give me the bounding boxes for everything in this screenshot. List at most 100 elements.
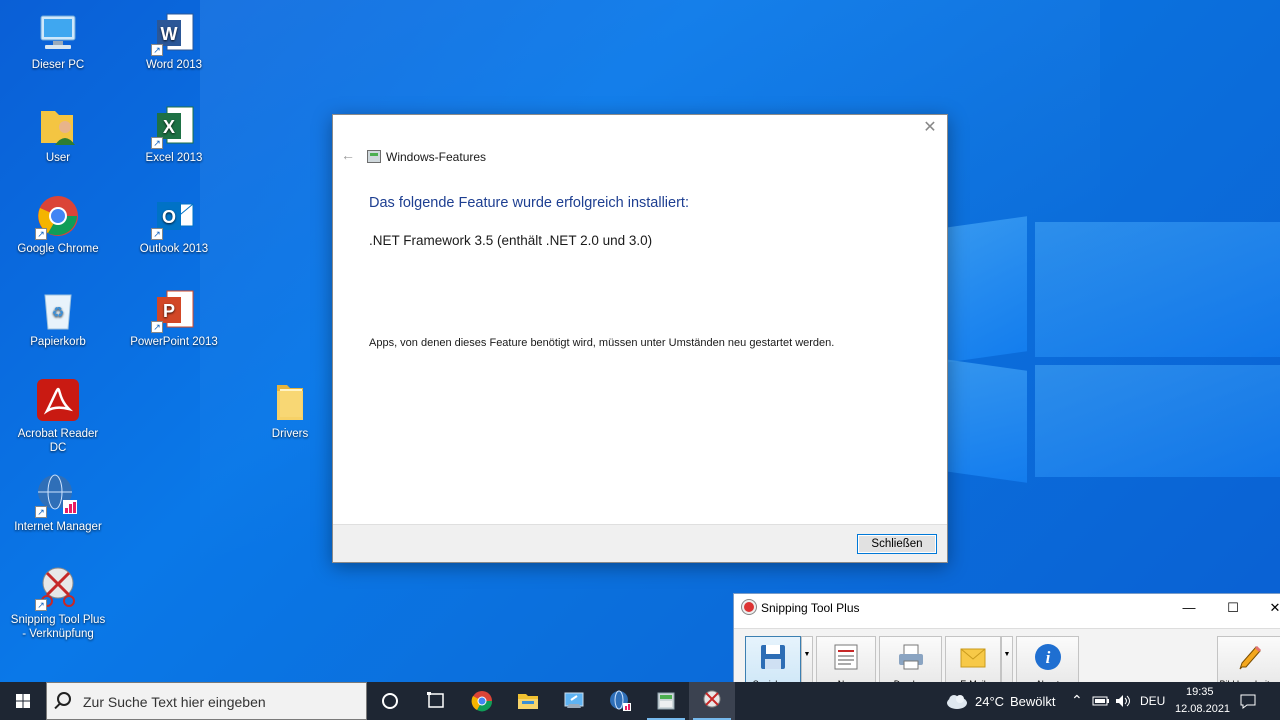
taskbar-internet-manager[interactable] — [597, 682, 643, 720]
internet-manager-icon — [610, 690, 631, 711]
windows-start-icon — [16, 694, 30, 708]
cloud-weather-icon[interactable] — [945, 691, 969, 711]
minimize-icon[interactable]: — — [1174, 598, 1204, 618]
desktop-icon-label: PowerPoint 2013 — [130, 336, 218, 348]
shortcut-arrow-icon: ↗ — [151, 228, 163, 240]
printer-icon — [898, 644, 923, 670]
desktop-icon-label: User — [45, 152, 71, 164]
folder-icon — [267, 379, 313, 425]
desktop-icon-chrome[interactable]: ↗ Google Chrome — [8, 194, 108, 256]
cortana-button[interactable] — [367, 682, 413, 720]
desktop-icon-label: Dieser PC — [31, 59, 85, 71]
window-title: Snipping Tool Plus — [761, 601, 860, 615]
shortcut-arrow-icon: ↗ — [151, 44, 163, 56]
desktop-icon-snipping-tool-plus[interactable]: ↗ Snipping Tool Plus - Verknüpfung — [8, 565, 108, 641]
search-placeholder: Zur Suche Text hier eingeben — [83, 694, 266, 710]
windows-features-dialog: ✕ ← Windows-Features Das folgende Featur… — [332, 114, 948, 563]
desktop-icon-outlook[interactable]: O ↗ Outlook 2013 — [124, 194, 224, 256]
desktop-icon-this-pc[interactable]: Dieser PC — [8, 10, 108, 72]
taskbar: Zur Suche Text hier eingeben 24°C Bewölk… — [0, 682, 1280, 720]
desktop-icon-label: Papierkorb — [30, 336, 86, 348]
chevron-up-icon[interactable]: ⌃ — [1071, 692, 1083, 709]
taskbar-search-box[interactable]: Zur Suche Text hier eingeben — [46, 682, 367, 720]
keyboard-language[interactable]: DEU — [1140, 694, 1165, 708]
desktop-icon-drivers[interactable]: Drivers — [240, 379, 340, 441]
desktop-icon-label: Excel 2013 — [145, 152, 203, 164]
dialog-title: Windows-Features — [386, 150, 487, 164]
desktop-icon-acrobat[interactable]: Acrobat Reader DC — [8, 379, 108, 455]
taskbar-file-explorer[interactable] — [505, 682, 551, 720]
taskbar-windows-features[interactable] — [643, 682, 689, 720]
back-arrow-icon[interactable]: ← — [341, 147, 355, 163]
close-icon[interactable]: ✕ — [1260, 598, 1280, 618]
speaker-icon[interactable] — [1114, 693, 1132, 709]
desktop-icon-internet-manager[interactable]: ↗ Internet Manager — [8, 472, 108, 534]
svg-text:P: P — [163, 301, 175, 321]
dialog-heading: Das folgende Feature wurde erfolgreich i… — [369, 195, 689, 211]
close-button[interactable]: Schließen — [857, 534, 937, 554]
taskbar-chrome[interactable] — [459, 682, 505, 720]
desktop-icon-label: Outlook 2013 — [139, 243, 209, 255]
desktop-icon-powerpoint[interactable]: P ↗ PowerPoint 2013 — [124, 287, 224, 349]
dialog-footer: Schließen — [333, 524, 947, 562]
taskbar-remote-desktop[interactable] — [551, 682, 597, 720]
snipping-tool-titlebar[interactable]: Snipping Tool Plus — ☐ ✕ — [734, 594, 1280, 622]
installed-feature-name: .NET Framework 3.5 (enthält .NET 2.0 und… — [369, 233, 653, 248]
outlook-icon: O ↗ — [151, 194, 197, 240]
shortcut-arrow-icon: ↗ — [151, 137, 163, 149]
notification-icon[interactable] — [1239, 693, 1257, 709]
desktop-icon-label: Internet Manager — [14, 521, 102, 533]
snipping-tool-icon — [742, 600, 756, 614]
desktop-icon-recycle-bin[interactable]: ♻ Papierkorb — [8, 287, 108, 349]
shortcut-arrow-icon: ↗ — [35, 599, 47, 611]
search-icon — [57, 692, 71, 706]
file-explorer-icon — [518, 694, 538, 709]
excel-icon: X ↗ — [151, 103, 197, 149]
chrome-icon: ↗ — [35, 194, 81, 240]
desktop-icon-word[interactable]: W ↗ Word 2013 — [124, 10, 224, 72]
desktop-icon-label: Drivers — [271, 428, 309, 440]
user-folder-icon — [35, 103, 81, 149]
pencil-icon — [1239, 645, 1261, 670]
chrome-icon — [471, 691, 493, 712]
shortcut-arrow-icon: ↗ — [151, 321, 163, 333]
windows-logo-wallpaper — [935, 216, 1280, 483]
maximize-icon[interactable]: ☐ — [1218, 598, 1248, 618]
floppy-disk-icon — [761, 645, 785, 669]
snipping-tool-plus-window: Snipping Tool Plus — ☐ ✕ Speichern ▼ Neu… — [733, 593, 1280, 694]
shortcut-arrow-icon: ↗ — [35, 506, 47, 518]
close-icon[interactable]: ✕ — [921, 119, 939, 137]
weather-condition[interactable]: Bewölkt — [1010, 694, 1056, 709]
cortana-circle-icon — [382, 693, 398, 709]
snipping-tool-icon — [703, 690, 721, 708]
svg-text:i: i — [1045, 648, 1050, 667]
windows-features-icon — [367, 150, 381, 163]
shortcut-arrow-icon: ↗ — [35, 228, 47, 240]
desktop-icon-user[interactable]: User — [8, 103, 108, 165]
desktop-icon-label: Word 2013 — [145, 59, 203, 71]
desktop-icon-excel[interactable]: X ↗ Excel 2013 — [124, 103, 224, 165]
svg-text:♻: ♻ — [52, 305, 65, 321]
word-icon: W ↗ — [151, 10, 197, 56]
desktop-icon-label: Snipping Tool Plus - Verknüpfung — [10, 614, 106, 640]
weather-temperature[interactable]: 24°C — [975, 694, 1004, 709]
desktop-icon-label: Acrobat Reader DC — [17, 428, 99, 454]
taskbar-snipping-tool-plus[interactable] — [689, 682, 735, 720]
svg-text:X: X — [163, 117, 175, 137]
snipping-tool-icon: ↗ — [35, 565, 81, 611]
task-view-button[interactable] — [413, 682, 459, 720]
clock-time[interactable]: 19:35 — [1186, 686, 1214, 698]
envelope-icon — [960, 648, 986, 668]
start-button[interactable] — [0, 682, 46, 720]
battery-icon[interactable] — [1092, 694, 1110, 708]
acrobat-icon — [35, 379, 81, 425]
remote-desktop-icon — [564, 692, 584, 708]
desktop-icon-label: Google Chrome — [17, 243, 99, 255]
svg-text:W: W — [161, 24, 178, 44]
powerpoint-icon: P ↗ — [151, 287, 197, 333]
recycle-bin-icon: ♻ — [35, 287, 81, 333]
svg-text:O: O — [162, 207, 176, 227]
task-view-icon — [427, 692, 444, 708]
clock-date[interactable]: 12.08.2021 — [1175, 703, 1230, 715]
info-icon: i — [1034, 644, 1061, 670]
